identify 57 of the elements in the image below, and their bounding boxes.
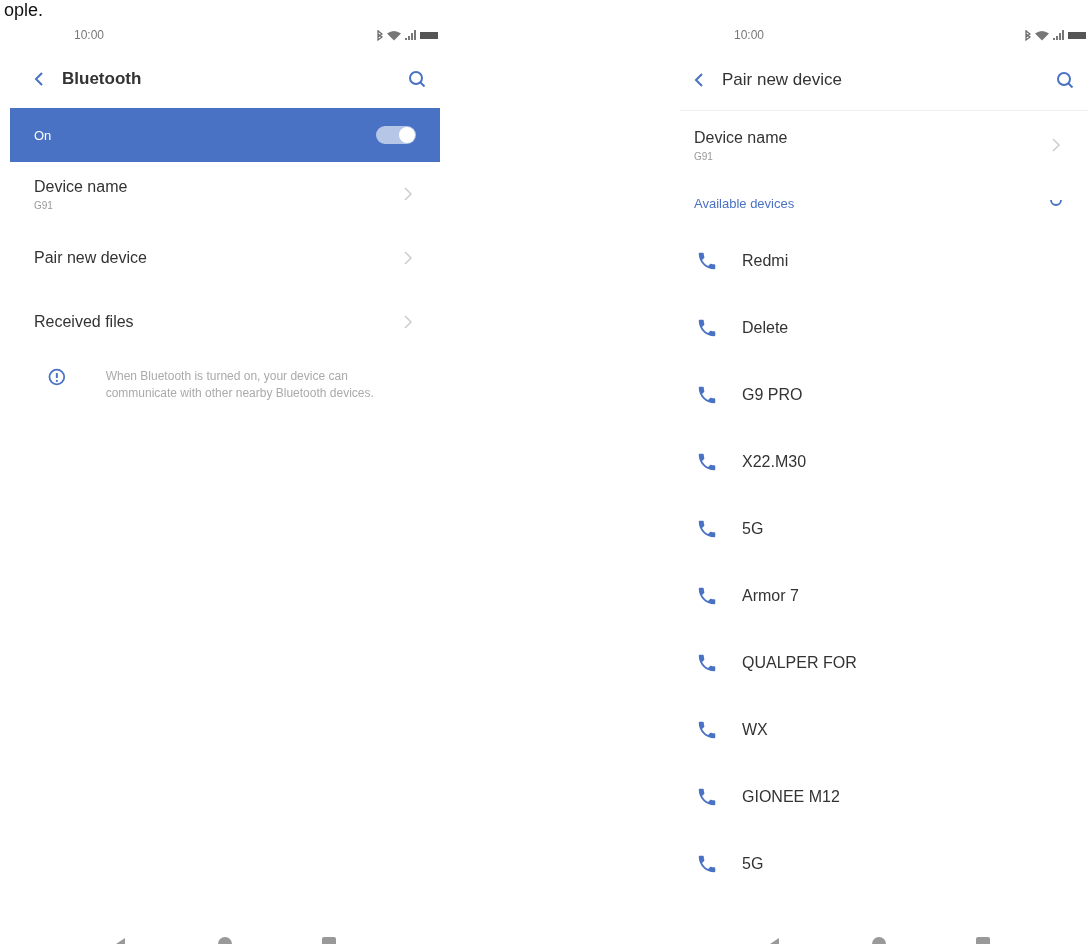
screen-title: Bluetooth xyxy=(62,69,143,89)
device-row[interactable]: QUALPER FOR xyxy=(680,629,1088,696)
row-subtitle: G91 xyxy=(34,199,54,211)
settings-row[interactable]: Received files xyxy=(10,290,440,354)
device-row[interactable]: Delete xyxy=(680,294,1088,361)
settings-row[interactable]: Device name G91 xyxy=(680,111,1088,179)
section-heading: Available devices xyxy=(694,195,795,211)
row-title: Device name xyxy=(34,177,128,196)
bluetooth-icon xyxy=(1025,29,1031,41)
loading-spinner-icon xyxy=(1050,199,1062,207)
device-name: G9 PRO xyxy=(742,385,803,404)
row-subtitle: G91 xyxy=(694,150,714,162)
device-row[interactable]: Redmi xyxy=(680,227,1088,294)
screen-title: Pair new device xyxy=(722,70,843,90)
settings-row[interactable]: Pair new device xyxy=(10,226,440,290)
toggle-switch[interactable] xyxy=(376,126,416,144)
device-name: Delete xyxy=(742,318,789,337)
page-text-fragment: ople. xyxy=(4,0,44,20)
device-name: X22.M30 xyxy=(742,452,807,471)
device-row[interactable]: 5G xyxy=(680,830,1088,897)
device-name: Redmi xyxy=(742,251,789,270)
row-title: Device name xyxy=(694,128,788,147)
device-row[interactable]: X22.M30 xyxy=(680,428,1088,495)
info-text: When Bluetooth is turned on, your device can communicate with other nearby Bluetooth devices. xyxy=(105,368,375,402)
device-row[interactable]: GIONEE M12 xyxy=(680,763,1088,830)
back-chevron-icon[interactable] xyxy=(694,72,704,88)
chevron-icon xyxy=(404,187,412,201)
search-icon[interactable] xyxy=(408,70,426,88)
row-title: Received files xyxy=(34,313,134,331)
search-icon[interactable] xyxy=(1056,71,1074,89)
info-icon xyxy=(48,368,66,386)
toggle-label: On xyxy=(34,127,52,143)
bluetooth-icon xyxy=(377,29,383,41)
device-name: GIONEE M12 xyxy=(742,787,840,806)
chevron-icon xyxy=(404,315,412,329)
wifi-icon xyxy=(1035,29,1049,41)
device-row[interactable]: G9 PRO xyxy=(680,361,1088,428)
device-name: 5G xyxy=(742,519,764,538)
device-row[interactable]: WX xyxy=(680,696,1088,763)
chevron-icon xyxy=(1052,138,1060,152)
back-chevron-icon[interactable] xyxy=(34,71,44,87)
device-row[interactable]: Armor 7 xyxy=(680,562,1088,629)
signal-icon xyxy=(1053,30,1064,40)
battery-icon xyxy=(1068,31,1086,39)
device-name: WX xyxy=(742,720,768,739)
battery-icon xyxy=(420,31,438,39)
row-title: Pair new device xyxy=(34,249,147,267)
status-time: 10:00 xyxy=(734,28,765,42)
settings-row[interactable]: Device name G91 xyxy=(10,162,440,226)
device-row[interactable]: 5G xyxy=(680,495,1088,562)
chevron-icon xyxy=(404,251,412,265)
status-time: 10:00 xyxy=(74,28,105,42)
signal-icon xyxy=(405,30,416,40)
device-name: Armor 7 xyxy=(742,586,799,605)
device-name: 5G xyxy=(742,854,764,873)
device-name: QUALPER FOR xyxy=(742,653,857,672)
wifi-icon xyxy=(387,29,401,41)
